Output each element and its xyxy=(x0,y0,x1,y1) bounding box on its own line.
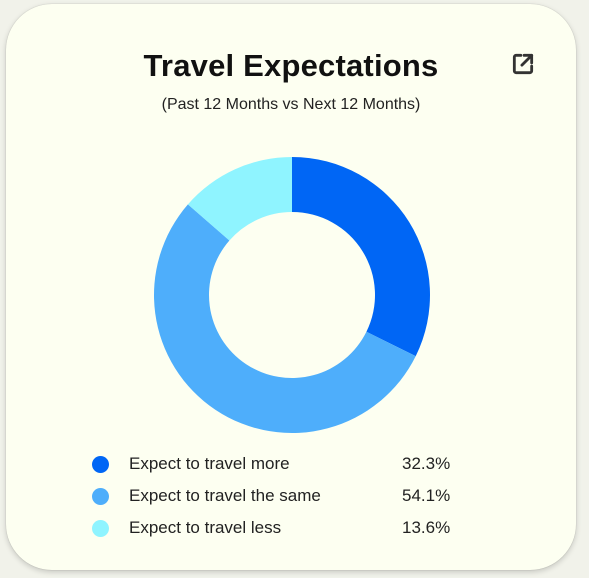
legend-item-travel-same: Expect to travel the same 54.1% xyxy=(86,480,486,512)
legend-item-travel-less: Expect to travel less 13.6% xyxy=(86,512,486,544)
legend-label: Expect to travel the same xyxy=(129,486,321,505)
legend-value: 54.1% xyxy=(402,486,451,505)
donut-chart xyxy=(154,157,430,434)
legend-item-travel-more: Expect to travel more 32.3% xyxy=(86,448,486,480)
legend-value: 32.3% xyxy=(402,454,451,473)
legend-marker-travel-less xyxy=(92,519,109,537)
legend-label: Expect to travel less xyxy=(129,518,282,537)
legend-marker-travel-same xyxy=(92,487,109,505)
donut-slice-expect-to-travel-more[interactable] xyxy=(292,157,430,357)
chart-title: Travel Expectations xyxy=(143,48,439,83)
chart-card: Travel Expectations (Past 12 Months vs N… xyxy=(6,4,576,570)
open-in-new-icon xyxy=(512,53,534,75)
legend-label: Expect to travel more xyxy=(129,454,290,473)
chart-subtitle: (Past 12 Months vs Next 12 Months) xyxy=(161,96,421,113)
legend-marker-travel-more xyxy=(92,455,109,473)
legend-value: 13.6% xyxy=(402,518,451,537)
open-external-button[interactable] xyxy=(506,47,540,81)
chart-legend: Expect to travel more 32.3% Expect to tr… xyxy=(86,448,486,544)
